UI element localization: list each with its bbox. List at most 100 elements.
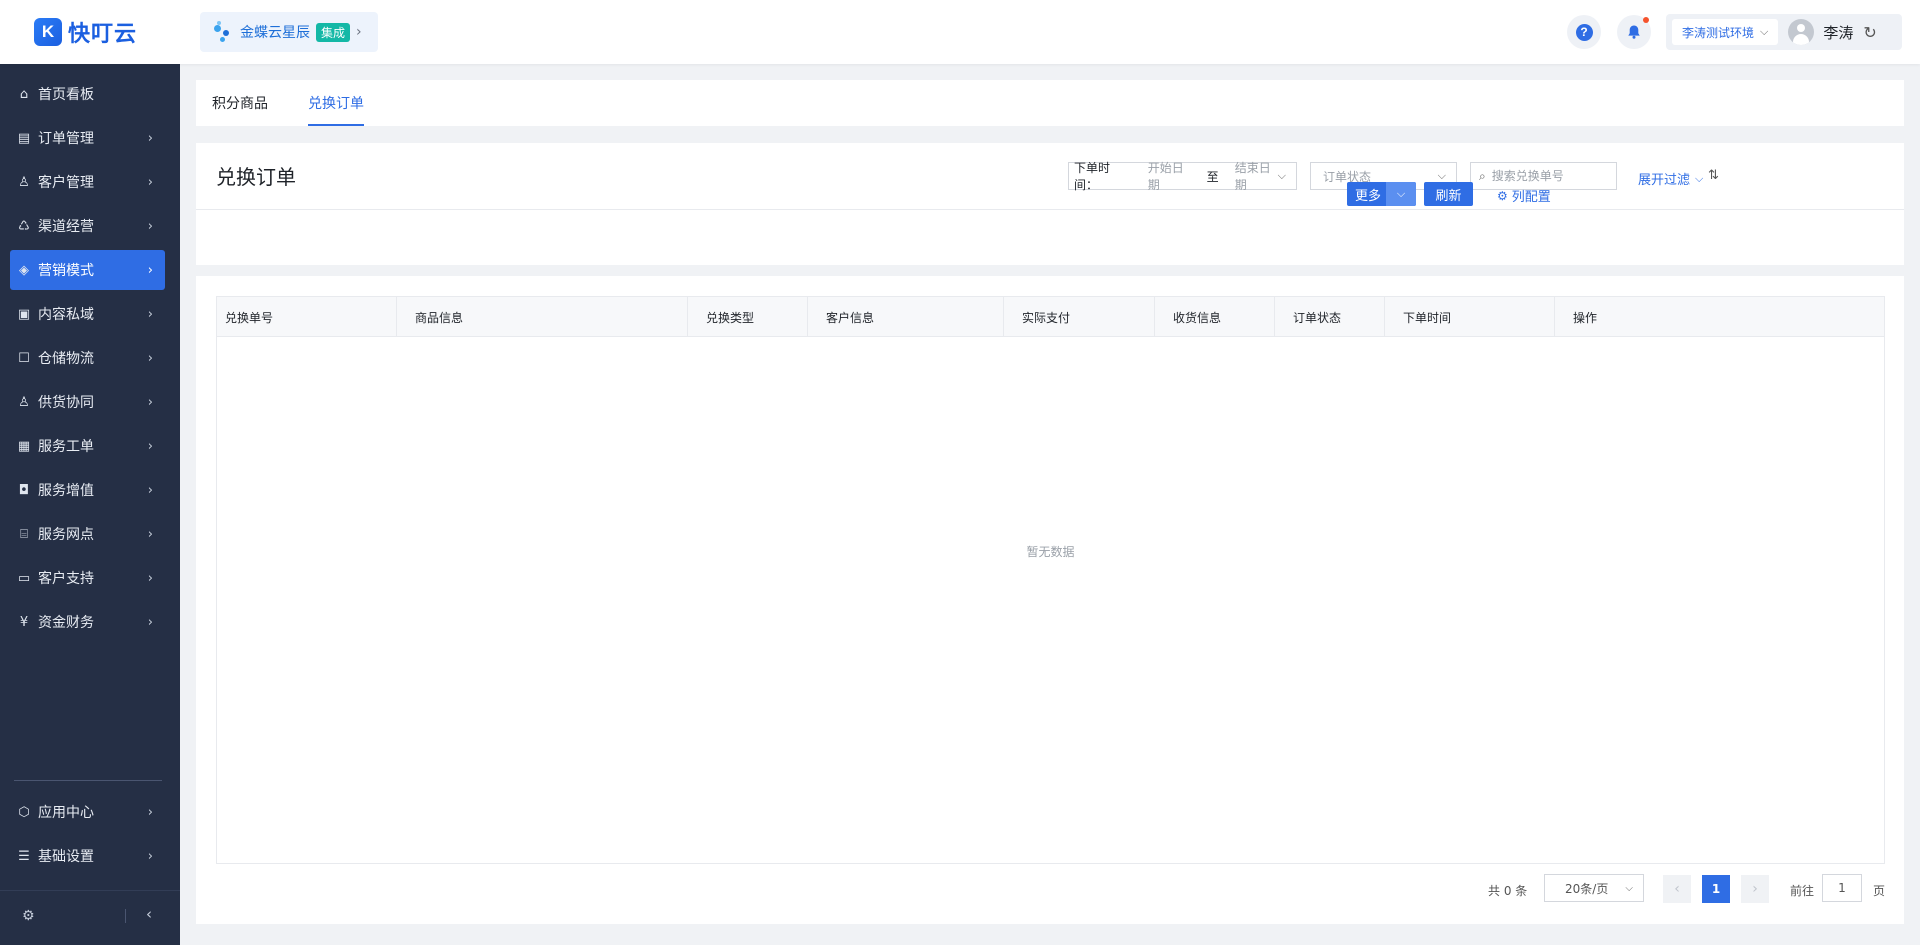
sidebar-item-dashboard[interactable]: ⌂ 首页看板 xyxy=(10,74,165,114)
order-date-range[interactable]: 下单时间： 开始日期 至 结束日期 ⌵ xyxy=(1068,159,1297,193)
sidebar-item-finance[interactable]: ¥ 资金财务 › xyxy=(10,602,165,642)
sidebar-item-label: 客户管理 xyxy=(38,175,94,191)
chevron-right-icon: › xyxy=(147,438,153,454)
sidebar-item-service-tickets[interactable]: ▦ 服务工单 › xyxy=(10,426,165,466)
sort-icon[interactable]: ⇅ xyxy=(1708,168,1719,183)
end-date-input[interactable]: 结束日期 xyxy=(1235,159,1278,193)
user-area: 李涛测试环境 ⌵ 李涛 ↻ xyxy=(1666,14,1902,50)
collapse-sidebar-icon[interactable]: ‹ xyxy=(146,905,152,923)
help-icon: ? xyxy=(1575,23,1593,41)
orders-table: 兑换单号 商品信息 兑换类型 客户信息 实际支付 收货信息 订单状态 下单时间 … xyxy=(216,296,1885,864)
box-icon: ☐ xyxy=(18,350,30,366)
sidebar-item-label: 服务增值 xyxy=(38,483,94,499)
sidebar-item-label: 首页看板 xyxy=(38,87,94,103)
sidebar-item-label: 服务网点 xyxy=(38,527,94,543)
ticket-icon: ▦ xyxy=(17,438,31,454)
sidebar-item-channels[interactable]: ♺ 渠道经营 › xyxy=(10,206,165,246)
sidebar-item-service-outlets[interactable]: ⌸ 服务网点 › xyxy=(10,514,165,554)
column-header: 实际支付 xyxy=(1004,297,1155,337)
sidebar-bottom-menu: ⬡ 应用中心 › ☰ 基础设置 › xyxy=(10,792,165,880)
user-icon: ♙ xyxy=(18,174,30,190)
notification-dot xyxy=(1643,17,1649,23)
start-date-input[interactable]: 开始日期 xyxy=(1148,159,1191,193)
date-range-separator: 至 xyxy=(1206,169,1219,184)
tab-points-products[interactable]: 积分商品 xyxy=(212,80,268,126)
next-page-button[interactable]: › xyxy=(1741,875,1769,903)
column-header: 客户信息 xyxy=(808,297,1004,337)
filter-card: 兑换订单 下单时间： 开始日期 至 结束日期 ⌵ 订单状态 ⌵ ⌕ 展开过滤 ⌵… xyxy=(196,143,1904,265)
chevron-down-icon[interactable]: ⌵ xyxy=(1386,182,1416,206)
chevron-right-icon: › xyxy=(356,24,362,40)
search-input[interactable] xyxy=(1491,169,1607,183)
column-header: 商品信息 xyxy=(397,297,688,337)
sidebar-item-warehouse[interactable]: ☐ 仓储物流 › xyxy=(10,338,165,378)
sidebar-item-orders[interactable]: ▤ 订单管理 › xyxy=(10,118,165,158)
help-button[interactable]: ? xyxy=(1567,15,1601,49)
sidebar-item-customer-support[interactable]: ▭ 客户支持 › xyxy=(10,558,165,598)
page-number-current[interactable]: 1 xyxy=(1702,875,1730,903)
org-switcher[interactable]: 金蝶云星辰 集成 › xyxy=(200,12,378,52)
sidebar-item-label: 基础设置 xyxy=(38,849,94,865)
sidebar-item-app-center[interactable]: ⬡ 应用中心 › xyxy=(10,792,165,832)
goto-label: 前往 xyxy=(1790,884,1815,898)
sidebar-item-supply[interactable]: ♙ 供货协同 › xyxy=(10,382,165,422)
sidebar-item-label: 应用中心 xyxy=(38,805,94,821)
app-logo[interactable]: K 快叮云 xyxy=(34,16,137,48)
chevron-right-icon: › xyxy=(147,350,153,366)
image-icon: ▣ xyxy=(17,306,31,322)
tag-icon: ◈ xyxy=(19,262,29,278)
sidebar-item-label: 供货协同 xyxy=(38,395,94,411)
pagination: 共 0 条 20条/页 ⌵ ‹ 1 › 前往 页 xyxy=(196,874,1904,904)
sidebar-item-label: 资金财务 xyxy=(38,615,94,631)
settings-list-icon: ☰ xyxy=(18,848,30,864)
chevron-down-icon: ⌵ xyxy=(1695,171,1704,185)
bell-icon xyxy=(1628,25,1640,39)
sidebar-item-marketing[interactable]: ◈ 营销模式 › xyxy=(10,250,165,290)
chevron-right-icon: › xyxy=(147,804,153,820)
sidebar-footer-divider xyxy=(0,890,180,891)
column-header: 操作 xyxy=(1573,310,1598,325)
logo-icon: K xyxy=(34,18,62,46)
chevron-right-icon: › xyxy=(147,394,153,410)
cube-icon: ⬡ xyxy=(18,804,30,820)
sidebar-item-content[interactable]: ▣ 内容私域 › xyxy=(10,294,165,334)
sidebar-item-label: 仓储物流 xyxy=(38,351,94,367)
total-count: 共 0 条 xyxy=(1488,884,1528,898)
sidebar-item-value-added[interactable]: ◘ 服务增值 › xyxy=(10,470,165,510)
user-name[interactable]: 李涛 xyxy=(1823,22,1853,43)
refresh-button[interactable]: 刷新 xyxy=(1424,182,1473,206)
org-dots-icon xyxy=(214,21,232,43)
refresh-icon[interactable]: ↻ xyxy=(1863,23,1876,42)
notifications-button[interactable] xyxy=(1617,15,1651,49)
store-icon: ⌸ xyxy=(20,526,28,542)
channel-icon: ♺ xyxy=(18,218,30,234)
chevron-right-icon: › xyxy=(147,262,153,278)
sidebar-item-customers[interactable]: ♙ 客户管理 › xyxy=(10,162,165,202)
page-size-select[interactable]: 20条/页 ⌵ xyxy=(1544,874,1644,902)
supplier-icon: ♙ xyxy=(18,394,30,410)
page-size-label: 20条/页 xyxy=(1565,881,1609,896)
page-title: 兑换订单 xyxy=(216,165,296,189)
column-config-button[interactable]: ⚙ 列配置 xyxy=(1497,186,1551,206)
chevron-right-icon: › xyxy=(147,174,153,190)
org-name: 金蝶云星辰 xyxy=(240,25,310,41)
column-header: 订单状态 xyxy=(1275,297,1385,337)
environment-select[interactable]: 李涛测试环境 ⌵ xyxy=(1672,19,1779,45)
environment-label: 李涛测试环境 xyxy=(1682,25,1755,40)
table-header: 兑换单号 商品信息 兑换类型 客户信息 实际支付 收货信息 订单状态 下单时间 … xyxy=(217,297,1884,337)
sidebar-divider xyxy=(14,780,162,781)
search-icon: ⌕ xyxy=(1479,168,1486,183)
gear-icon[interactable]: ⚙ xyxy=(22,908,35,924)
goto-page-input[interactable] xyxy=(1822,874,1862,902)
more-button[interactable]: 更多 ⌵ xyxy=(1347,182,1416,206)
tab-bar: 积分商品 兑换订单 xyxy=(196,80,1904,126)
expand-filter-button[interactable]: 展开过滤 ⌵ xyxy=(1638,169,1704,189)
tab-exchange-orders[interactable]: 兑换订单 xyxy=(308,80,364,126)
chevron-down-icon: ⌵ xyxy=(1625,882,1633,894)
sidebar-item-label: 服务工单 xyxy=(38,439,94,455)
prev-page-button[interactable]: ‹ xyxy=(1663,875,1691,903)
avatar[interactable] xyxy=(1788,19,1815,45)
sidebar-item-label: 客户支持 xyxy=(38,571,94,587)
divider xyxy=(196,209,1904,210)
sidebar-item-settings[interactable]: ☰ 基础设置 › xyxy=(10,836,165,876)
